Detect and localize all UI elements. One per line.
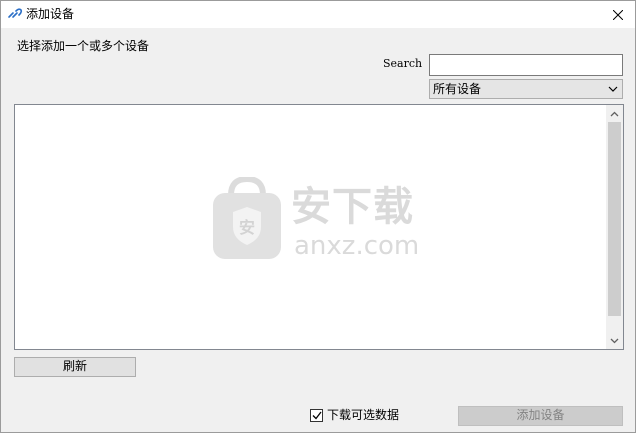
add-device-button[interactable]: 添加设备 <box>458 406 623 426</box>
device-filter-value: 所有设备 <box>433 82 482 96</box>
download-optional-data-label: 下载可选数据 <box>327 408 400 422</box>
download-optional-data-option[interactable]: 下载可选数据 <box>310 407 399 423</box>
scroll-up-button[interactable] <box>606 105 623 122</box>
watermark-domain: anxz.com <box>294 231 420 261</box>
device-filter-dropdown[interactable]: 所有设备 <box>429 79 623 99</box>
watermark-badge-char: 安 <box>239 218 255 237</box>
refresh-button[interactable]: 刷新 <box>14 357 136 377</box>
vertical-scrollbar[interactable] <box>606 105 623 349</box>
watermark-chinese: 安下载 <box>291 184 414 230</box>
device-list[interactable]: 安 安下载 anxz.com <box>14 104 624 350</box>
instruction-text: 选择添加一个或多个设备 <box>17 39 150 53</box>
close-button[interactable] <box>601 1 635 28</box>
link-icon <box>7 7 23 21</box>
search-input[interactable] <box>429 54 623 76</box>
search-label: Search <box>383 57 423 70</box>
watermark: 安 安下载 anxz.com <box>211 177 441 267</box>
window-title: 添加设备 <box>26 7 75 21</box>
download-optional-data-checkbox[interactable] <box>310 408 323 422</box>
scroll-down-button[interactable] <box>606 332 623 349</box>
watermark-bag-icon: 安 <box>213 177 281 259</box>
checkmark-icon <box>312 411 322 419</box>
chevron-down-icon <box>608 86 618 92</box>
scroll-down-arrow-icon <box>610 338 619 343</box>
title-bar: 添加设备 <box>1 1 635 28</box>
scroll-thumb[interactable] <box>608 122 621 316</box>
close-icon <box>613 9 623 20</box>
scroll-up-arrow-icon <box>610 111 619 116</box>
add-device-dialog: 添加设备 选择添加一个或多个设备 Search 所有设备 安 安下载 anxz.… <box>0 0 636 433</box>
